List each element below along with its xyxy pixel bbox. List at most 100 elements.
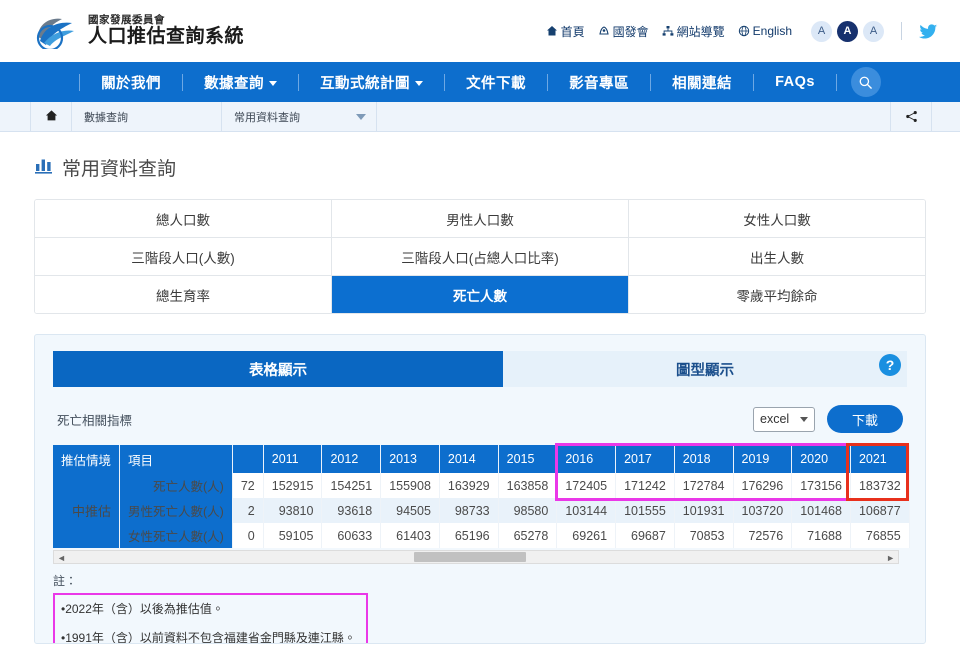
cell-female-2011: 59105 xyxy=(263,523,323,548)
note-line-coverage: •1991年（含）以前資料不包含福建省金門縣及連江縣。 xyxy=(61,630,356,644)
utility-link-ndc-label: 國發會 xyxy=(612,24,649,39)
col-header-2015[interactable]: 2015 xyxy=(498,445,558,473)
col-header-2019[interactable]: 2019 xyxy=(733,445,793,473)
cell-male-2016: 103144 xyxy=(556,498,617,523)
col-header-item[interactable]: 項目 xyxy=(119,445,233,473)
cell-deaths-2011: 152915 xyxy=(263,473,323,498)
col-header-2021[interactable]: 2021 xyxy=(850,445,910,473)
category-male-population[interactable]: 男性人口數 xyxy=(331,200,628,237)
cell-female-2017: 69687 xyxy=(615,523,675,548)
col-header-2014[interactable]: 2014 xyxy=(439,445,499,473)
cell-deaths-2020: 173156 xyxy=(791,473,851,498)
row-label-deaths: 死亡人數(人) xyxy=(119,473,233,498)
brand-logo-block[interactable]: 國家發展委員會 人口推估查詢系統 xyxy=(34,13,244,49)
table-horizontal-scrollbar[interactable]: ◄ ► xyxy=(53,550,899,564)
col-header-2012[interactable]: 2012 xyxy=(321,445,382,473)
cell-female-2020: 71688 xyxy=(791,523,851,548)
utility-link-home[interactable]: 首頁 xyxy=(546,23,585,40)
cell-female-2021: 76855 xyxy=(850,523,910,548)
nav-separator xyxy=(835,73,837,91)
nav-item-faqs-label: FAQs xyxy=(775,74,815,90)
col-header-2020[interactable]: 2020 xyxy=(791,445,851,473)
nav-item-links[interactable]: 相關連結 xyxy=(651,72,753,93)
col-header-partial-year[interactable] xyxy=(232,445,264,473)
font-size-large-button[interactable]: A xyxy=(863,20,884,42)
brand-subtitle: 國家發展委員會 xyxy=(88,14,165,27)
font-size-small-button[interactable]: A xyxy=(811,20,832,42)
nav-item-media[interactable]: 影音專區 xyxy=(548,72,650,93)
question-mark-icon[interactable]: ? xyxy=(879,354,901,376)
breadcrumb-item-data-query-label: 數據查詢 xyxy=(84,111,128,124)
col-header-2017[interactable]: 2017 xyxy=(615,445,675,473)
font-size-controls: A A A xyxy=(811,20,884,42)
data-table-container: 推估情境 項目 2011 2012 2013 2014 2015 2016 20… xyxy=(53,443,910,564)
nav-item-data-query[interactable]: 數據查詢 xyxy=(183,72,298,93)
cell-male-2020: 101468 xyxy=(791,498,851,523)
nav-item-about-label: 關於我們 xyxy=(101,75,162,92)
cell-deaths-2014: 163929 xyxy=(439,473,499,498)
tab-chart-display[interactable]: 圖型顯示 xyxy=(503,351,907,387)
col-header-2011[interactable]: 2011 xyxy=(263,445,323,473)
cell-male-partial: 2 xyxy=(232,498,264,523)
toolbar-controls: excel 下載 xyxy=(753,405,903,433)
nav-item-downloads[interactable]: 文件下載 xyxy=(445,72,547,93)
category-fertility-rate[interactable]: 總生育率 xyxy=(35,276,331,313)
table-toolbar: 死亡相關指標 excel 下載 xyxy=(53,387,907,445)
scroll-left-arrow-icon[interactable]: ◄ xyxy=(57,553,66,563)
category-births[interactable]: 出生人數 xyxy=(628,238,925,275)
utility-link-sitemap-label: 網站導覽 xyxy=(676,24,725,39)
table-notes: 註： •2022年（含）以後為推估值。 •1991年（含）以前資料不包含福建省金… xyxy=(53,572,907,644)
category-row: 總人口數 男性人口數 女性人口數 xyxy=(35,200,925,237)
scroll-right-arrow-icon[interactable]: ► xyxy=(886,553,895,563)
utility-link-home-label: 首頁 xyxy=(560,24,585,39)
nav-item-data-query-label: 數據查詢 xyxy=(204,75,265,92)
breadcrumb-item-data-query[interactable]: 數據查詢 xyxy=(72,102,222,131)
annotation-magenta-notes: •2022年（含）以後為推估值。 •1991年（含）以前資料不包含福建省金門縣及… xyxy=(53,593,368,644)
download-button[interactable]: 下載 xyxy=(827,405,903,433)
breadcrumb-dropdown-common-query[interactable]: 常用資料查詢 xyxy=(222,102,377,131)
site-header: 國家發展委員會 人口推估查詢系統 首頁 國發會 網站導覽 English A A… xyxy=(0,0,960,62)
category-row: 總生育率 死亡人數 零歲平均餘命 xyxy=(35,275,925,313)
cell-deaths-2018: 172784 xyxy=(674,473,734,498)
nav-separator xyxy=(547,73,549,91)
font-size-medium-button[interactable]: A xyxy=(837,20,858,42)
col-header-scenario[interactable]: 推估情境 xyxy=(53,445,121,473)
category-three-stage-count[interactable]: 三階段人口(人數) xyxy=(35,238,331,275)
utility-link-english-label: English xyxy=(752,24,792,38)
category-total-population[interactable]: 總人口數 xyxy=(35,200,331,237)
search-icon[interactable] xyxy=(850,67,881,97)
table-row: 女性死亡人數(人) 0 59105 60633 61403 65196 6527… xyxy=(53,523,910,548)
nav-item-interactive-charts[interactable]: 互動式統計圖 xyxy=(299,72,444,93)
org-icon xyxy=(598,25,610,37)
breadcrumb-spacer xyxy=(377,102,890,131)
nav-item-about[interactable]: 關於我們 xyxy=(80,72,182,93)
cell-male-2011: 93810 xyxy=(263,498,323,523)
utility-link-english[interactable]: English xyxy=(738,24,792,38)
utility-links: 首頁 國發會 網站導覽 English A A A xyxy=(546,20,938,42)
utility-link-ndc[interactable]: 國發會 xyxy=(598,23,649,40)
nav-separator xyxy=(753,73,755,91)
format-select[interactable]: excel xyxy=(753,406,815,432)
category-life-expectancy[interactable]: 零歲平均餘命 xyxy=(628,276,925,313)
twitter-icon[interactable] xyxy=(919,22,938,41)
utility-link-sitemap[interactable]: 網站導覽 xyxy=(662,23,725,40)
chevron-down-icon xyxy=(356,113,366,120)
category-female-population[interactable]: 女性人口數 xyxy=(628,200,925,237)
col-header-2018[interactable]: 2018 xyxy=(674,445,734,473)
nav-item-interactive-charts-label: 互動式統計圖 xyxy=(320,75,411,92)
col-header-2013[interactable]: 2013 xyxy=(380,445,440,473)
col-header-2016[interactable]: 2016 xyxy=(556,445,617,473)
data-table-body: 中推估 死亡人數(人) 72 152915 154251 155908 1639… xyxy=(53,473,910,548)
breadcrumb-home-button[interactable] xyxy=(30,102,72,131)
category-three-stage-ratio[interactable]: 三階段人口(占總人口比率) xyxy=(331,238,628,275)
share-icon[interactable] xyxy=(890,102,932,131)
display-tabs: 表格顯示 圖型顯示 ? xyxy=(53,351,907,387)
row-label-female-deaths: 女性死亡人數(人) xyxy=(119,523,233,548)
category-deaths[interactable]: 死亡人數 xyxy=(331,276,628,313)
scrollbar-thumb[interactable] xyxy=(414,552,526,562)
tab-table-display[interactable]: 表格顯示 xyxy=(53,351,503,387)
nav-item-faqs[interactable]: FAQs xyxy=(754,74,836,90)
row-label-male-deaths: 男性死亡人數(人) xyxy=(119,498,233,523)
table-row: 男性死亡人數(人) 2 93810 93618 94505 98733 9858… xyxy=(53,498,910,523)
cell-male-2012: 93618 xyxy=(321,498,382,523)
